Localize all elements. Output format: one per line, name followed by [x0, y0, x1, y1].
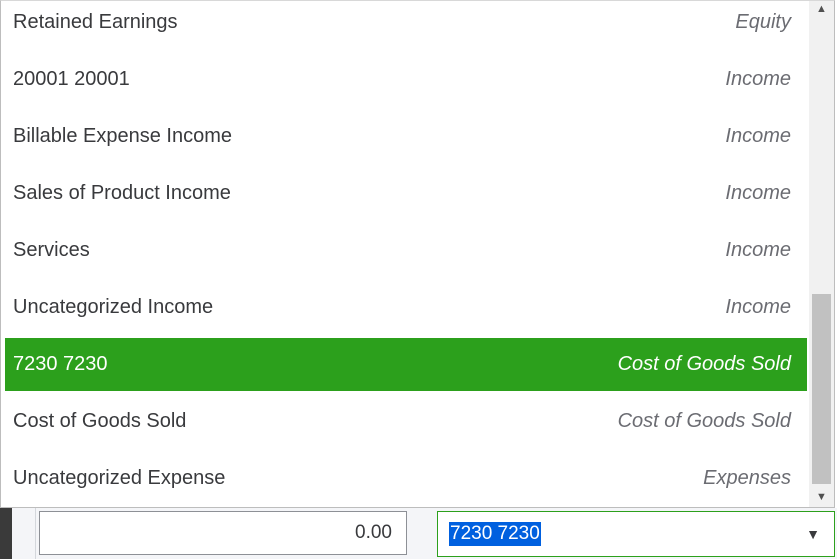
caret-down-icon[interactable]: ▼	[792, 512, 834, 556]
scroll-up-arrow-icon[interactable]: ▲	[809, 1, 834, 17]
journal-line-row: 7230 7230 ▼	[0, 508, 837, 559]
account-option-type: Income	[725, 296, 791, 318]
account-option-name: Sales of Product Income	[13, 182, 231, 204]
transaction-entry-view: Retained Earnings Equity 20001 20001 Inc…	[0, 0, 837, 559]
account-option[interactable]: Sales of Product Income Income	[5, 167, 807, 220]
account-option-type: Income	[725, 68, 791, 90]
scroll-thumb[interactable]	[812, 294, 831, 484]
account-dropdown-list: Retained Earnings Equity 20001 20001 Inc…	[0, 0, 835, 508]
account-option-type: Income	[725, 182, 791, 204]
account-option-name: 7230 7230	[13, 353, 108, 375]
account-select-value: 7230 7230	[449, 522, 541, 546]
account-option[interactable]: Uncategorized Expense Expenses	[5, 452, 807, 505]
account-option[interactable]: Billable Expense Income Income	[5, 110, 807, 163]
account-option-name: Uncategorized Expense	[13, 467, 226, 489]
account-option[interactable]: Services Income	[5, 224, 807, 277]
account-options: Retained Earnings Equity 20001 20001 Inc…	[5, 1, 807, 507]
account-option-type: Cost of Goods Sold	[617, 353, 791, 375]
account-option-name: Services	[13, 239, 90, 261]
account-option[interactable]: Retained Earnings Equity	[5, 0, 807, 49]
account-option-name: Billable Expense Income	[13, 125, 233, 147]
account-select-input[interactable]: 7230 7230 ▼	[437, 511, 835, 557]
account-option-type: Income	[725, 239, 791, 261]
account-option-name: Uncategorized Income	[13, 296, 214, 318]
account-option-name: Retained Earnings	[13, 11, 178, 33]
account-option-type: Equity	[735, 11, 791, 33]
account-option[interactable]: 20001 20001 Income	[5, 53, 807, 106]
scroll-down-arrow-icon[interactable]: ▼	[809, 489, 834, 505]
account-option[interactable]: Uncategorized Income Income	[5, 281, 807, 334]
account-option-name: 20001 20001	[13, 68, 130, 90]
account-option-type: Cost of Goods Sold	[617, 410, 791, 432]
account-option-selected[interactable]: 7230 7230 Cost of Goods Sold	[5, 338, 807, 391]
account-option-type: Expenses	[703, 467, 791, 489]
row-number-cell	[12, 508, 36, 559]
account-option-name: Cost of Goods Sold	[13, 410, 187, 432]
account-option[interactable]: Cost of Goods Sold Cost of Goods Sold	[5, 395, 807, 448]
row-drag-handle[interactable]	[0, 508, 12, 559]
dropdown-scrollbar[interactable]: ▲ ▼	[809, 1, 834, 507]
account-option-type: Income	[725, 125, 791, 147]
amount-input[interactable]	[39, 511, 407, 555]
